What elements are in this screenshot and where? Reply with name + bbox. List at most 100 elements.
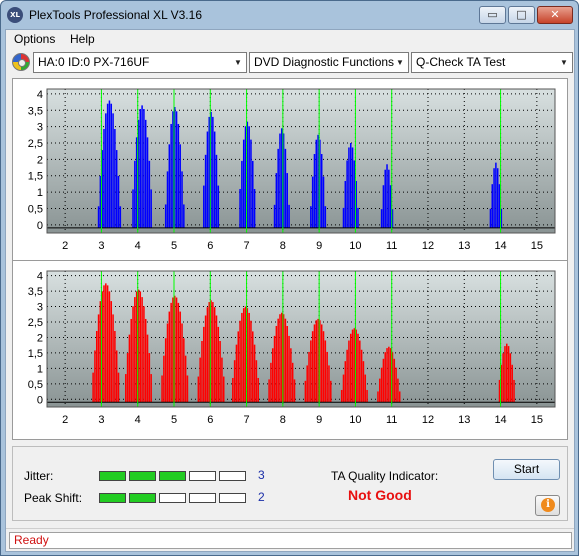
peak-shift-histogram-bar (288, 335, 290, 403)
jitter-x-tick-label: 3 (98, 240, 104, 252)
peak-shift-histogram-bar (233, 360, 236, 403)
peak-shift-histogram-bar (208, 302, 210, 403)
status-bar: Ready (6, 528, 574, 551)
peak-shift-histogram-bar (293, 379, 296, 403)
peak-shift-histogram-bar (206, 307, 209, 403)
jitter-histogram-bar (242, 139, 245, 228)
peak-shift-histogram-bar (252, 331, 254, 403)
jitter-histogram-bar (351, 147, 354, 228)
menu-help[interactable]: Help (70, 32, 95, 46)
peak-shift-histogram-bar (117, 372, 120, 403)
test-select[interactable]: Q-Check TA Test ▼ (411, 52, 573, 73)
jitter-meter-segment (129, 471, 156, 481)
peak-shift-histogram-bar (306, 365, 308, 403)
jitter-histogram-bar (498, 184, 501, 228)
jitter-x-tick-label: 2 (62, 240, 68, 252)
jitter-histogram-bar (384, 169, 386, 228)
jitter-histogram-bar (277, 148, 279, 228)
jitter-histogram-bar (141, 105, 143, 228)
jitter-histogram-bar (110, 103, 113, 228)
jitter-histogram-bar (146, 137, 149, 228)
peak-shift-y-tick-label: 2 (37, 332, 43, 344)
peak-shift-histogram-bar (379, 378, 381, 403)
start-button[interactable]: Start (493, 459, 560, 480)
jitter-histogram-bar (310, 206, 312, 228)
jitter-x-tick-label: 13 (458, 240, 470, 252)
peak-shift-histogram-bar (213, 307, 216, 403)
peak-shift-histogram-bar (384, 352, 386, 403)
peak-shift-histogram-bar (275, 325, 278, 403)
jitter-histogram-bar (388, 169, 390, 228)
peak-shift-histogram-bar (186, 375, 189, 403)
jitter-histogram-bar (313, 154, 316, 228)
jitter-histogram-bar (386, 164, 388, 228)
jitter-histogram-bar (349, 143, 352, 228)
close-button[interactable]: ✕ (537, 6, 573, 24)
peak-shift-histogram-bar (132, 306, 134, 403)
peak-shift-histogram-bar (103, 285, 105, 403)
peak-shift-histogram-bar (322, 331, 325, 403)
peak-shift-histogram-bar (326, 351, 328, 403)
function-select-value: DVD Diagnostic Functions (254, 55, 395, 69)
jitter-y-tick-label: 4 (37, 89, 43, 101)
peak-shift-histogram-bar (94, 350, 96, 403)
jitter-histogram-chart: 0 0,5 1 1,5 2 2,5 3 3,5 4 2 3 4 5 6 7 8 9 10 11 12 13 14 15 (12, 78, 568, 266)
peak-shift-histogram-chart: 0 0,5 1 1,5 2 2,5 3 3,5 4 2 3 4 5 6 7 8 9 10 11 12 13 14 15 (12, 260, 568, 440)
peak-shift-x-tick-label: 8 (280, 414, 286, 426)
jitter-x-tick-label: 4 (135, 240, 141, 252)
peak-shift-histogram-svg: 0 0,5 1 1,5 2 2,5 3 3,5 4 2 3 4 5 6 7 8 9 10 11 12 13 14 15 (28, 270, 556, 426)
peak-shift-histogram-bar (398, 391, 401, 403)
jitter-histogram-bar (241, 160, 243, 228)
peak-shift-histogram-bar (125, 374, 127, 403)
jitter-histogram-bar (206, 131, 209, 228)
peak-shift-meter-segment (129, 493, 156, 503)
status-text: Ready (9, 532, 572, 549)
jitter-histogram-bar (117, 175, 120, 228)
jitter-histogram-bar (239, 188, 241, 228)
peak-shift-label: Peak Shift: (24, 491, 83, 505)
minimize-button[interactable]: ▭ (479, 6, 506, 24)
peak-shift-x-tick-label: 4 (135, 414, 141, 426)
jitter-histogram-bar (97, 206, 100, 228)
jitter-x-tick-label: 10 (349, 240, 361, 252)
app-window: XL PlexTools Professional XL V3.16 ▭ □ ✕… (0, 0, 579, 556)
jitter-x-tick-label: 15 (531, 240, 543, 252)
peak-shift-histogram-bar (351, 329, 354, 403)
chevron-down-icon[interactable]: ▼ (556, 53, 572, 72)
jitter-histogram-bar (279, 133, 281, 228)
jitter-histogram-bar (179, 144, 181, 228)
peak-shift-histogram-bar (150, 374, 152, 403)
maximize-button[interactable]: □ (508, 6, 535, 24)
peak-shift-histogram-bar (235, 344, 238, 403)
drive-select[interactable]: HA:0 ID:0 PX-716UF ▼ (33, 52, 247, 73)
jitter-y-tick-label: 1,5 (28, 171, 43, 183)
peak-shift-x-tick-label: 13 (458, 414, 470, 426)
peak-shift-value: 2 (258, 490, 265, 504)
jitter-histogram-bar (389, 185, 392, 228)
title-bar[interactable]: XL PlexTools Professional XL V3.16 ▭ □ ✕ (1, 1, 578, 29)
jitter-histogram-bar (183, 204, 185, 228)
jitter-histogram-bar (99, 175, 102, 228)
toolbar: HA:0 ID:0 PX-716UF ▼ DVD Diagnostic Func… (6, 50, 574, 74)
peak-shift-histogram-bar (239, 320, 241, 403)
chevron-down-icon[interactable]: ▼ (230, 53, 246, 72)
jitter-histogram-bar (344, 180, 347, 228)
info-icon: i (541, 498, 555, 512)
peak-shift-histogram-bar (388, 346, 390, 403)
jitter-histogram-bar (244, 126, 247, 228)
function-select[interactable]: DVD Diagnostic Functions ▼ (249, 52, 409, 73)
chevron-down-icon[interactable]: ▼ (392, 53, 408, 72)
menu-options[interactable]: Options (14, 32, 55, 46)
peak-shift-histogram-bar (128, 334, 131, 403)
peak-shift-histogram-bar (504, 346, 506, 403)
info-button[interactable]: i (535, 495, 560, 516)
peak-shift-histogram-bar (304, 380, 307, 403)
peak-shift-histogram-bar (175, 297, 178, 403)
peak-shift-histogram-bar (364, 374, 367, 403)
jitter-y-tick-label: 3 (37, 122, 43, 134)
jitter-histogram-bar (496, 168, 499, 228)
peak-shift-histogram-bar (386, 348, 388, 403)
drive-disc-icon (12, 53, 30, 71)
ta-quality-label: TA Quality Indicator: (331, 469, 439, 483)
jitter-histogram-bar (204, 154, 207, 228)
